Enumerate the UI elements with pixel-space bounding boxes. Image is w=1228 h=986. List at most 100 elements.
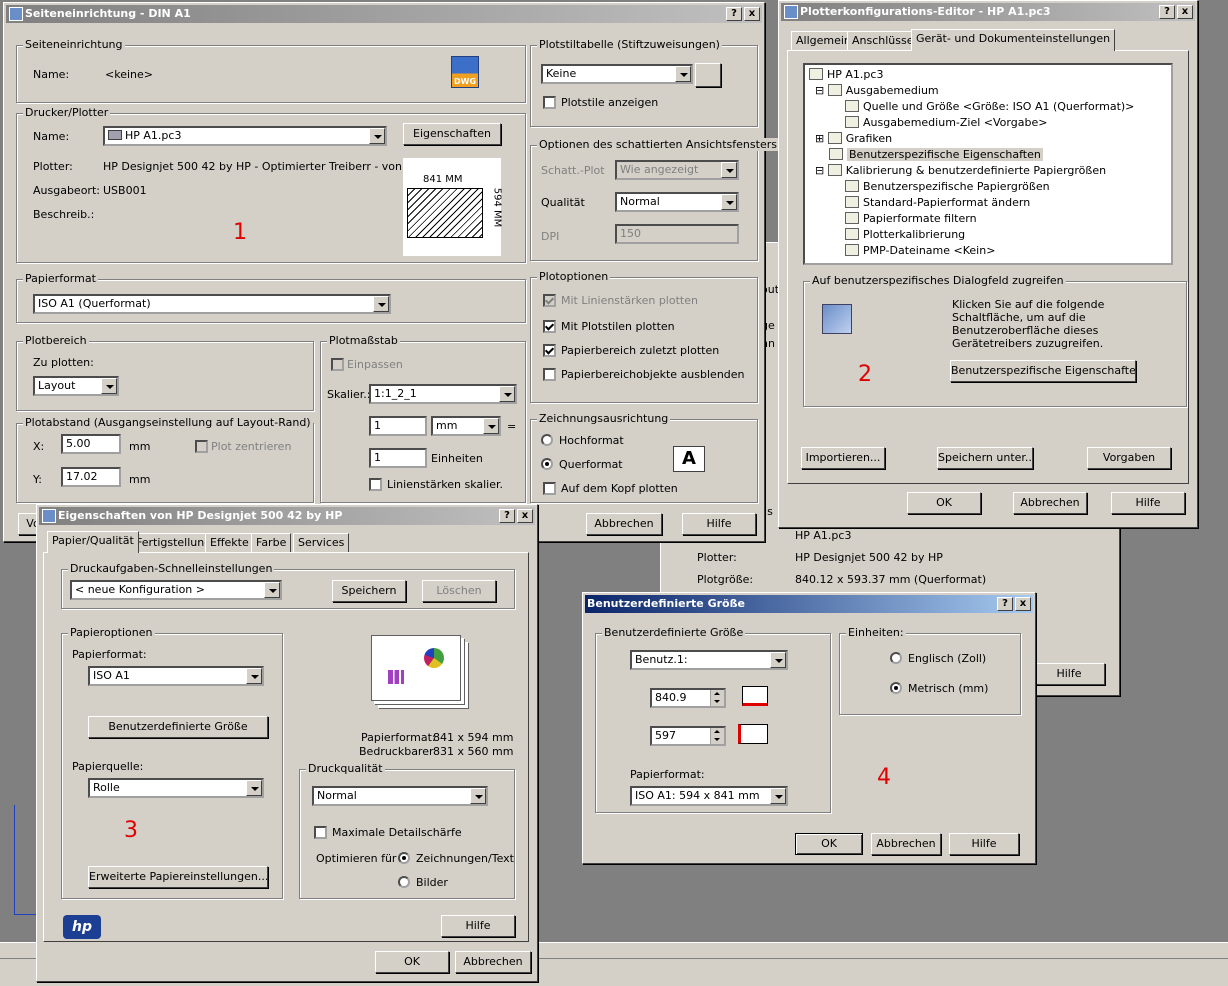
ok-button[interactable]: OK bbox=[375, 951, 449, 973]
scale-lineweights-checkbox[interactable] bbox=[369, 478, 382, 491]
tab-finishing[interactable]: Fertigstellung bbox=[131, 533, 217, 553]
help-title-button[interactable]: ? bbox=[726, 7, 742, 21]
paperspace-last-checkbox[interactable] bbox=[543, 344, 556, 357]
lineweights-checkbox[interactable] bbox=[543, 294, 556, 307]
scale-unit-select[interactable]: mm bbox=[431, 416, 501, 436]
tab-paper-quality[interactable]: Papier/Qualität bbox=[47, 531, 139, 553]
tree-item[interactable]: Ausgabemedium-Ziel <Vorgabe> bbox=[845, 115, 1047, 131]
preset-select[interactable]: Benutz.1: bbox=[630, 650, 788, 670]
tab-services[interactable]: Services bbox=[293, 533, 350, 553]
close-icon[interactable]: x bbox=[517, 509, 533, 523]
tree-item[interactable]: ⊟ Kalibrierung & benutzerdefinierte Papi… bbox=[815, 163, 1106, 179]
help-title-button[interactable]: ? bbox=[499, 509, 515, 523]
scale-value-2[interactable]: 1 bbox=[369, 448, 427, 468]
help-button[interactable]: Hilfe bbox=[1111, 492, 1185, 514]
paper-format-select[interactable]: ISO A1: 594 x 841 mm bbox=[630, 786, 788, 806]
document-icon bbox=[845, 212, 859, 224]
advanced-paper-button[interactable]: Erweiterte Papiereinstellungen... bbox=[88, 866, 268, 888]
tab-effects[interactable]: Effekte bbox=[205, 533, 254, 553]
tree-item[interactable]: HP A1.pc3 bbox=[809, 67, 883, 83]
center-plot-checkbox[interactable] bbox=[195, 440, 208, 453]
tree-item-selected[interactable]: Benutzerspezifische Eigenschaften bbox=[829, 147, 1043, 163]
help-title-button[interactable]: ? bbox=[997, 597, 1013, 611]
close-icon[interactable]: x bbox=[744, 7, 760, 21]
help-button[interactable]: Hilfe bbox=[682, 513, 756, 535]
landscape-radio[interactable] bbox=[541, 458, 553, 470]
plot-what-select[interactable]: Layout bbox=[33, 376, 119, 396]
tree-item[interactable]: Quelle und Größe <Größe: ISO A1 (Querfor… bbox=[845, 99, 1134, 115]
tab-device-settings[interactable]: Gerät- und Dokumenteinstellungen bbox=[911, 29, 1116, 51]
scale-value-1[interactable]: 1 bbox=[369, 416, 427, 436]
tree-item[interactable]: Benutzerspezifische Papiergrößen bbox=[845, 179, 1050, 195]
paper-format-select[interactable]: ISO A1 bbox=[88, 666, 264, 686]
save-as-button[interactable]: Speichern unter... bbox=[937, 447, 1033, 469]
quick-settings-select[interactable]: < neue Konfiguration > bbox=[70, 580, 282, 600]
printer-select[interactable]: HP A1.pc3 bbox=[103, 126, 387, 146]
y-unit: mm bbox=[129, 473, 151, 486]
title-bar[interactable]: Plotterkonfigurations-Editor - HP A1.pc3… bbox=[781, 3, 1195, 21]
y-offset-input[interactable]: 17.02 bbox=[61, 467, 121, 487]
title-bar[interactable]: Eigenschaften von HP Designjet 500 42 by… bbox=[39, 507, 535, 525]
help-button[interactable]: Hilfe bbox=[1033, 663, 1105, 685]
images-radio[interactable] bbox=[398, 876, 410, 888]
tree-item[interactable]: Plotterkalibrierung bbox=[845, 227, 965, 243]
plot-styles-checkbox[interactable] bbox=[543, 320, 556, 333]
custom-properties-button[interactable]: Benutzerspezifische Eigenschaften... bbox=[950, 360, 1136, 382]
edit-style-icon[interactable] bbox=[695, 63, 721, 87]
tree-item[interactable]: ⊞ Grafiken bbox=[815, 131, 892, 147]
custom-size-button[interactable]: Benutzerdefinierte Größe bbox=[88, 716, 268, 738]
plot-style-select[interactable]: Keine bbox=[541, 64, 693, 84]
import-button[interactable]: Importieren... bbox=[801, 447, 885, 469]
close-icon[interactable]: x bbox=[1177, 5, 1193, 19]
x-offset-input[interactable]: 5.00 bbox=[61, 434, 121, 454]
optimize-label: Optimieren für bbox=[316, 852, 397, 865]
help-title-button[interactable]: ? bbox=[1159, 5, 1175, 19]
tree-item[interactable]: Papierformate filtern bbox=[845, 211, 977, 227]
title-bar[interactable]: Benutzerdefinierte Größe ? x bbox=[585, 595, 1033, 613]
quality-select[interactable]: Normal bbox=[615, 192, 739, 212]
tree-item[interactable]: ⊟ Ausgabemedium bbox=[815, 83, 939, 99]
properties-button[interactable]: Eigenschaften bbox=[403, 123, 501, 145]
chevron-down-icon bbox=[675, 66, 691, 82]
save-button[interactable]: Speichern bbox=[332, 580, 406, 602]
help-button[interactable]: Hilfe bbox=[441, 915, 515, 937]
defaults-button[interactable]: Vorgaben bbox=[1087, 447, 1171, 469]
tree-item[interactable]: Standard-Papierformat ändern bbox=[845, 195, 1030, 211]
dpi-input[interactable]: 150 bbox=[615, 224, 739, 244]
upside-down-checkbox[interactable] bbox=[543, 482, 556, 495]
custom-description: Klicken Sie auf die folgende Schaltfläch… bbox=[952, 298, 1105, 350]
title-bar[interactable]: Seiteneinrichtung - DIN A1 ? x bbox=[6, 5, 762, 23]
paper-source-select[interactable]: Rolle bbox=[88, 778, 264, 798]
bar-graphic bbox=[388, 670, 404, 684]
tab-color[interactable]: Farbe bbox=[251, 533, 292, 553]
paper-format-select[interactable]: ISO A1 (Querformat) bbox=[33, 294, 391, 314]
cancel-button[interactable]: Abbrechen bbox=[455, 951, 531, 973]
hide-objects-checkbox[interactable] bbox=[543, 368, 556, 381]
drawings-radio[interactable] bbox=[398, 852, 410, 864]
portrait-radio[interactable] bbox=[541, 434, 553, 446]
tab-ports[interactable]: Anschlüsse bbox=[847, 31, 919, 51]
portrait-label: Hochformat bbox=[559, 434, 624, 447]
printer-name-label: Name: bbox=[33, 130, 70, 143]
delete-button[interactable]: Löschen bbox=[422, 580, 496, 602]
height-input[interactable]: 597 bbox=[650, 726, 726, 746]
ok-button[interactable]: OK bbox=[795, 833, 863, 855]
metric-radio[interactable] bbox=[890, 682, 902, 694]
show-styles-checkbox[interactable] bbox=[543, 96, 556, 109]
print-quality-select[interactable]: Normal bbox=[312, 786, 488, 806]
cancel-button[interactable]: Abbrechen bbox=[586, 513, 662, 535]
cancel-button[interactable]: Abbrechen bbox=[1013, 492, 1087, 514]
cancel-button[interactable]: Abbrechen bbox=[871, 833, 941, 855]
shade-plot-select[interactable]: Wie angezeigt bbox=[615, 160, 739, 180]
settings-tree[interactable]: HP A1.pc3 ⊟ Ausgabemedium Quelle und Grö… bbox=[803, 63, 1173, 265]
scale-select[interactable]: 1:1_2_1 bbox=[369, 384, 517, 404]
max-detail-checkbox[interactable] bbox=[314, 826, 327, 839]
window-title: Benutzerdefinierte Größe bbox=[587, 597, 745, 610]
tree-item[interactable]: PMP-Dateiname <Kein> bbox=[845, 243, 995, 259]
help-button[interactable]: Hilfe bbox=[949, 833, 1019, 855]
english-radio[interactable] bbox=[890, 652, 902, 664]
close-icon[interactable]: x bbox=[1015, 597, 1031, 611]
fit-checkbox[interactable] bbox=[331, 358, 344, 371]
width-input[interactable]: 840.9 bbox=[650, 688, 726, 708]
ok-button[interactable]: OK bbox=[907, 492, 981, 514]
